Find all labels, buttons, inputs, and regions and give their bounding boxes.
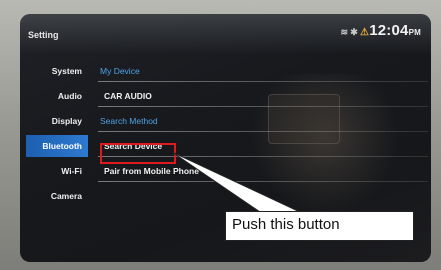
callout-text: Push this button — [232, 216, 340, 233]
